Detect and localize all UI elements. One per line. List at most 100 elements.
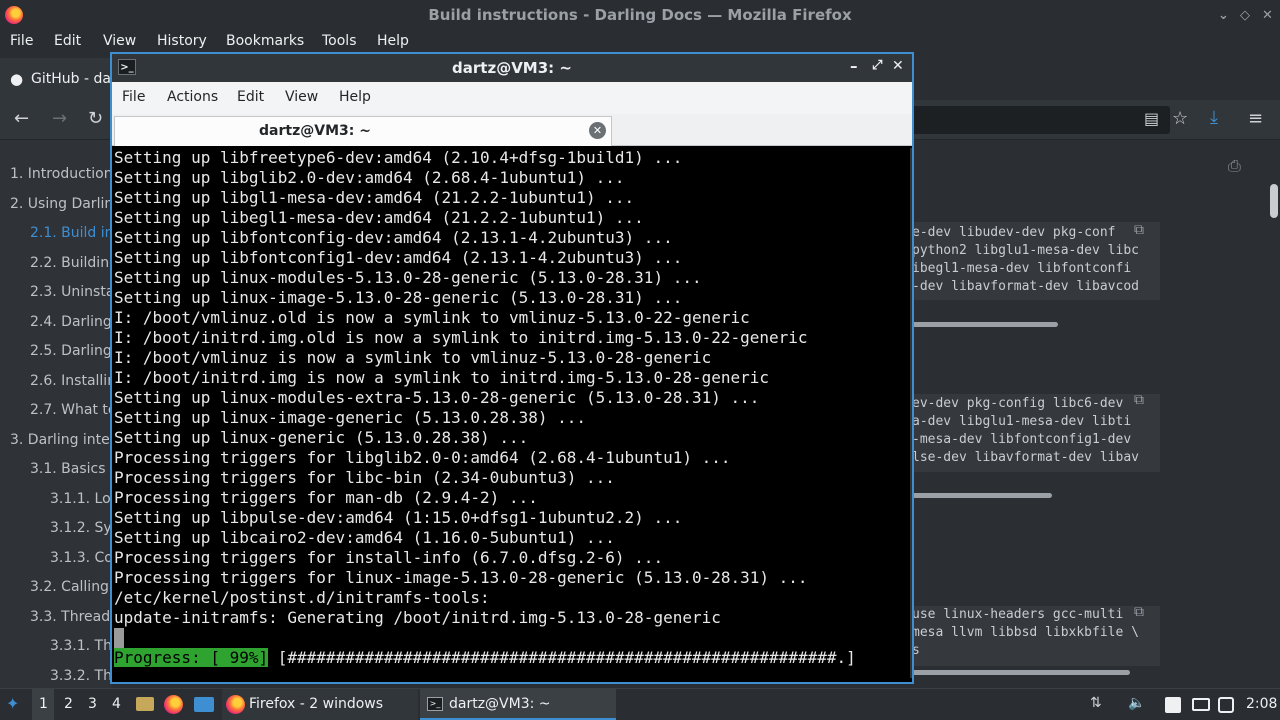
sidebar-item[interactable]: 3.3.2. Thr [50,668,112,684]
terminal-line: I: /boot/vmlinuz.old is now a symlink to… [114,308,750,327]
terminal-tab[interactable]: dartz@VM3: ~ ✕ [114,116,612,146]
display-icon[interactable] [1192,698,1210,711]
desktop-icon[interactable] [194,697,214,712]
close-icon[interactable]: ✕ [1262,8,1273,23]
sidebar-item[interactable]: 3.1.2. Sys [50,520,112,536]
terminal-menubar: File Actions Edit View Help [112,82,912,114]
app-launcher-icon[interactable]: ✦ [6,694,19,713]
sidebar-item[interactable]: 2.7. What to [30,402,112,418]
code-block-2: ev-dev pkg-config libc6-dev a-dev libglu… [912,394,1160,472]
code-scrollbar-2[interactable] [912,493,1052,498]
network-icon[interactable]: ⇅ [1090,695,1102,711]
sidebar-item[interactable]: 3.1.3. Co [50,550,112,566]
doc-main-content: ⎙ e-dev libudev-dev pkg-conf python2 lib… [912,140,1280,688]
terminal-line: Setting up libegl1-mesa-dev:amd64 (21.2.… [114,208,644,227]
reader-view-icon[interactable]: ▤ [1144,109,1159,128]
sidebar-item[interactable]: 3.2. Calling h [30,579,112,595]
sidebar-item[interactable]: 2.4. Darling s [30,314,112,330]
workspace-4[interactable]: 4 [112,696,121,712]
sidebar-item[interactable]: 2.6. Installing [30,373,112,389]
terminal-menu-help[interactable]: Help [339,89,371,105]
terminal-output[interactable]: Setting up libfreetype6-dev:amd64 (2.10.… [114,148,910,668]
menu-history[interactable]: History [157,33,207,49]
sidebar-item[interactable]: 3.1.1. Loa [50,491,112,507]
terminal-line: Setting up libpulse-dev:amd64 (1:15.0+df… [114,508,683,527]
terminal-menu-actions[interactable]: Actions [167,89,218,105]
terminal-scrollbar[interactable] [910,148,912,678]
sidebar-item[interactable]: 3.1. Basics [30,461,106,477]
bookmark-star-icon[interactable]: ☆ [1172,108,1188,129]
sidebar-item[interactable]: 2.5. Darling p [30,343,112,359]
code-scrollbar-1[interactable] [912,322,1058,327]
terminal-titlebar[interactable]: >_ dartz@VM3: ~ – ⤢ ✕ [112,54,912,82]
terminal-line: Setting up libcairo2-dev:amd64 (1.16.0-5… [114,528,615,547]
workspace-2[interactable]: 2 [64,696,73,712]
code-block-1: e-dev libudev-dev pkg-conf python2 libgl… [912,222,1160,300]
terminal-line: Processing triggers for libglib2.0-0:amd… [114,448,731,467]
minimize-icon[interactable]: ⌄ [1218,8,1229,23]
close-icon[interactable]: ✕ [892,58,904,74]
menu-file[interactable]: File [10,33,33,49]
taskbar-terminal-item[interactable]: >_ dartz@VM3: ~ [420,689,616,720]
workspace-3[interactable]: 3 [88,696,97,712]
terminal-menu-view[interactable]: View [285,89,318,105]
menu-bookmarks[interactable]: Bookmarks [226,33,304,49]
page-scrollbar[interactable] [1270,184,1278,218]
reload-icon[interactable]: ↻ [88,108,103,129]
firefox-window-title: Build instructions - Darling Docs — Mozi… [428,6,852,24]
terminal-window[interactable]: >_ dartz@VM3: ~ – ⤢ ✕ File Actions Edit … [110,52,914,684]
forward-icon[interactable]: → [52,108,67,129]
back-icon[interactable]: ← [14,108,29,129]
firefox-menubar: File Edit View History Bookmarks Tools H… [0,30,1280,54]
tab-github[interactable]: ● GitHub - dar [0,58,120,100]
terminal-menu-edit[interactable]: Edit [237,89,264,105]
minimize-icon[interactable]: – [850,57,858,75]
file-manager-icon[interactable] [136,697,154,711]
terminal-line: Setting up libfontconfig-dev:amd64 (2.13… [114,228,673,247]
copy-icon[interactable]: ⧉ [1134,604,1144,620]
maximize-icon[interactable]: ◇ [1240,8,1250,23]
terminal-line: Setting up linux-modules-extra-5.13.0-28… [114,388,760,407]
copy-icon[interactable]: ⧉ [1134,222,1144,238]
downloads-icon[interactable]: ⤓ [1210,107,1218,128]
terminal-line: update-initramfs: Generating /boot/initr… [114,608,721,627]
progress-bar-text: [#######################################… [277,648,856,667]
taskbar-terminal-label: dartz@VM3: ~ [449,696,551,712]
terminal-line: Setting up linux-image-5.13.0-28-generic… [114,288,683,307]
menu-tools[interactable]: Tools [322,33,357,49]
close-tab-icon[interactable]: ✕ [589,122,606,139]
terminal-menu-file[interactable]: File [122,89,145,105]
menu-edit[interactable]: Edit [54,33,81,49]
workspace-1[interactable]: 1 [39,696,48,712]
notifications-icon[interactable] [1218,697,1234,713]
clipboard-icon[interactable] [1165,697,1181,713]
terminal-line: Setting up linux-modules-5.13.0-28-gener… [114,268,702,287]
taskbar-firefox-item[interactable]: Firefox - 2 windows [222,689,418,720]
sidebar-item[interactable]: 2.1. Build ins [30,225,112,241]
terminal-window-title: dartz@VM3: ~ [452,59,572,77]
volume-icon[interactable]: 🔈 [1128,695,1145,711]
terminal-line: I: /boot/initrd.img.old is now a symlink… [114,328,808,347]
sidebar-item[interactable]: 3.3. Threadin [30,609,112,625]
terminal-line: Processing triggers for linux-image-5.13… [114,568,808,587]
print-icon[interactable]: ⎙ [1228,156,1241,176]
terminal-line: Processing triggers for install-info (6.… [114,548,664,567]
sidebar-item[interactable]: 3. Darling intern [10,432,112,448]
sidebar-item[interactable]: 3.3.1. Thr [50,638,112,654]
terminal-line: Setting up libgl1-mesa-dev:amd64 (21.2.2… [114,188,635,207]
firefox-launcher-icon[interactable] [164,695,183,714]
tab-label: GitHub - dar [31,71,117,87]
sidebar-item[interactable]: 2.3. Uninstal [30,284,112,300]
hamburger-menu-icon[interactable]: ≡ [1248,108,1263,129]
terminal-line: Processing triggers for libc-bin (2.34-0… [114,468,615,487]
doc-sidebar: 1. Introduction 2. Using Darling 2.1. Buil… [0,140,112,688]
sidebar-item[interactable]: 1. Introduction [10,166,112,182]
code-scrollbar-3[interactable] [912,670,1130,675]
maximize-icon[interactable]: ⤢ [872,58,882,73]
menu-view[interactable]: View [103,33,136,49]
copy-icon[interactable]: ⧉ [1134,392,1144,408]
firefox-icon [226,695,245,714]
sidebar-item[interactable]: 2. Using Darling [10,196,112,212]
menu-help[interactable]: Help [377,33,409,49]
sidebar-item[interactable]: 2.2. Building [30,255,112,271]
